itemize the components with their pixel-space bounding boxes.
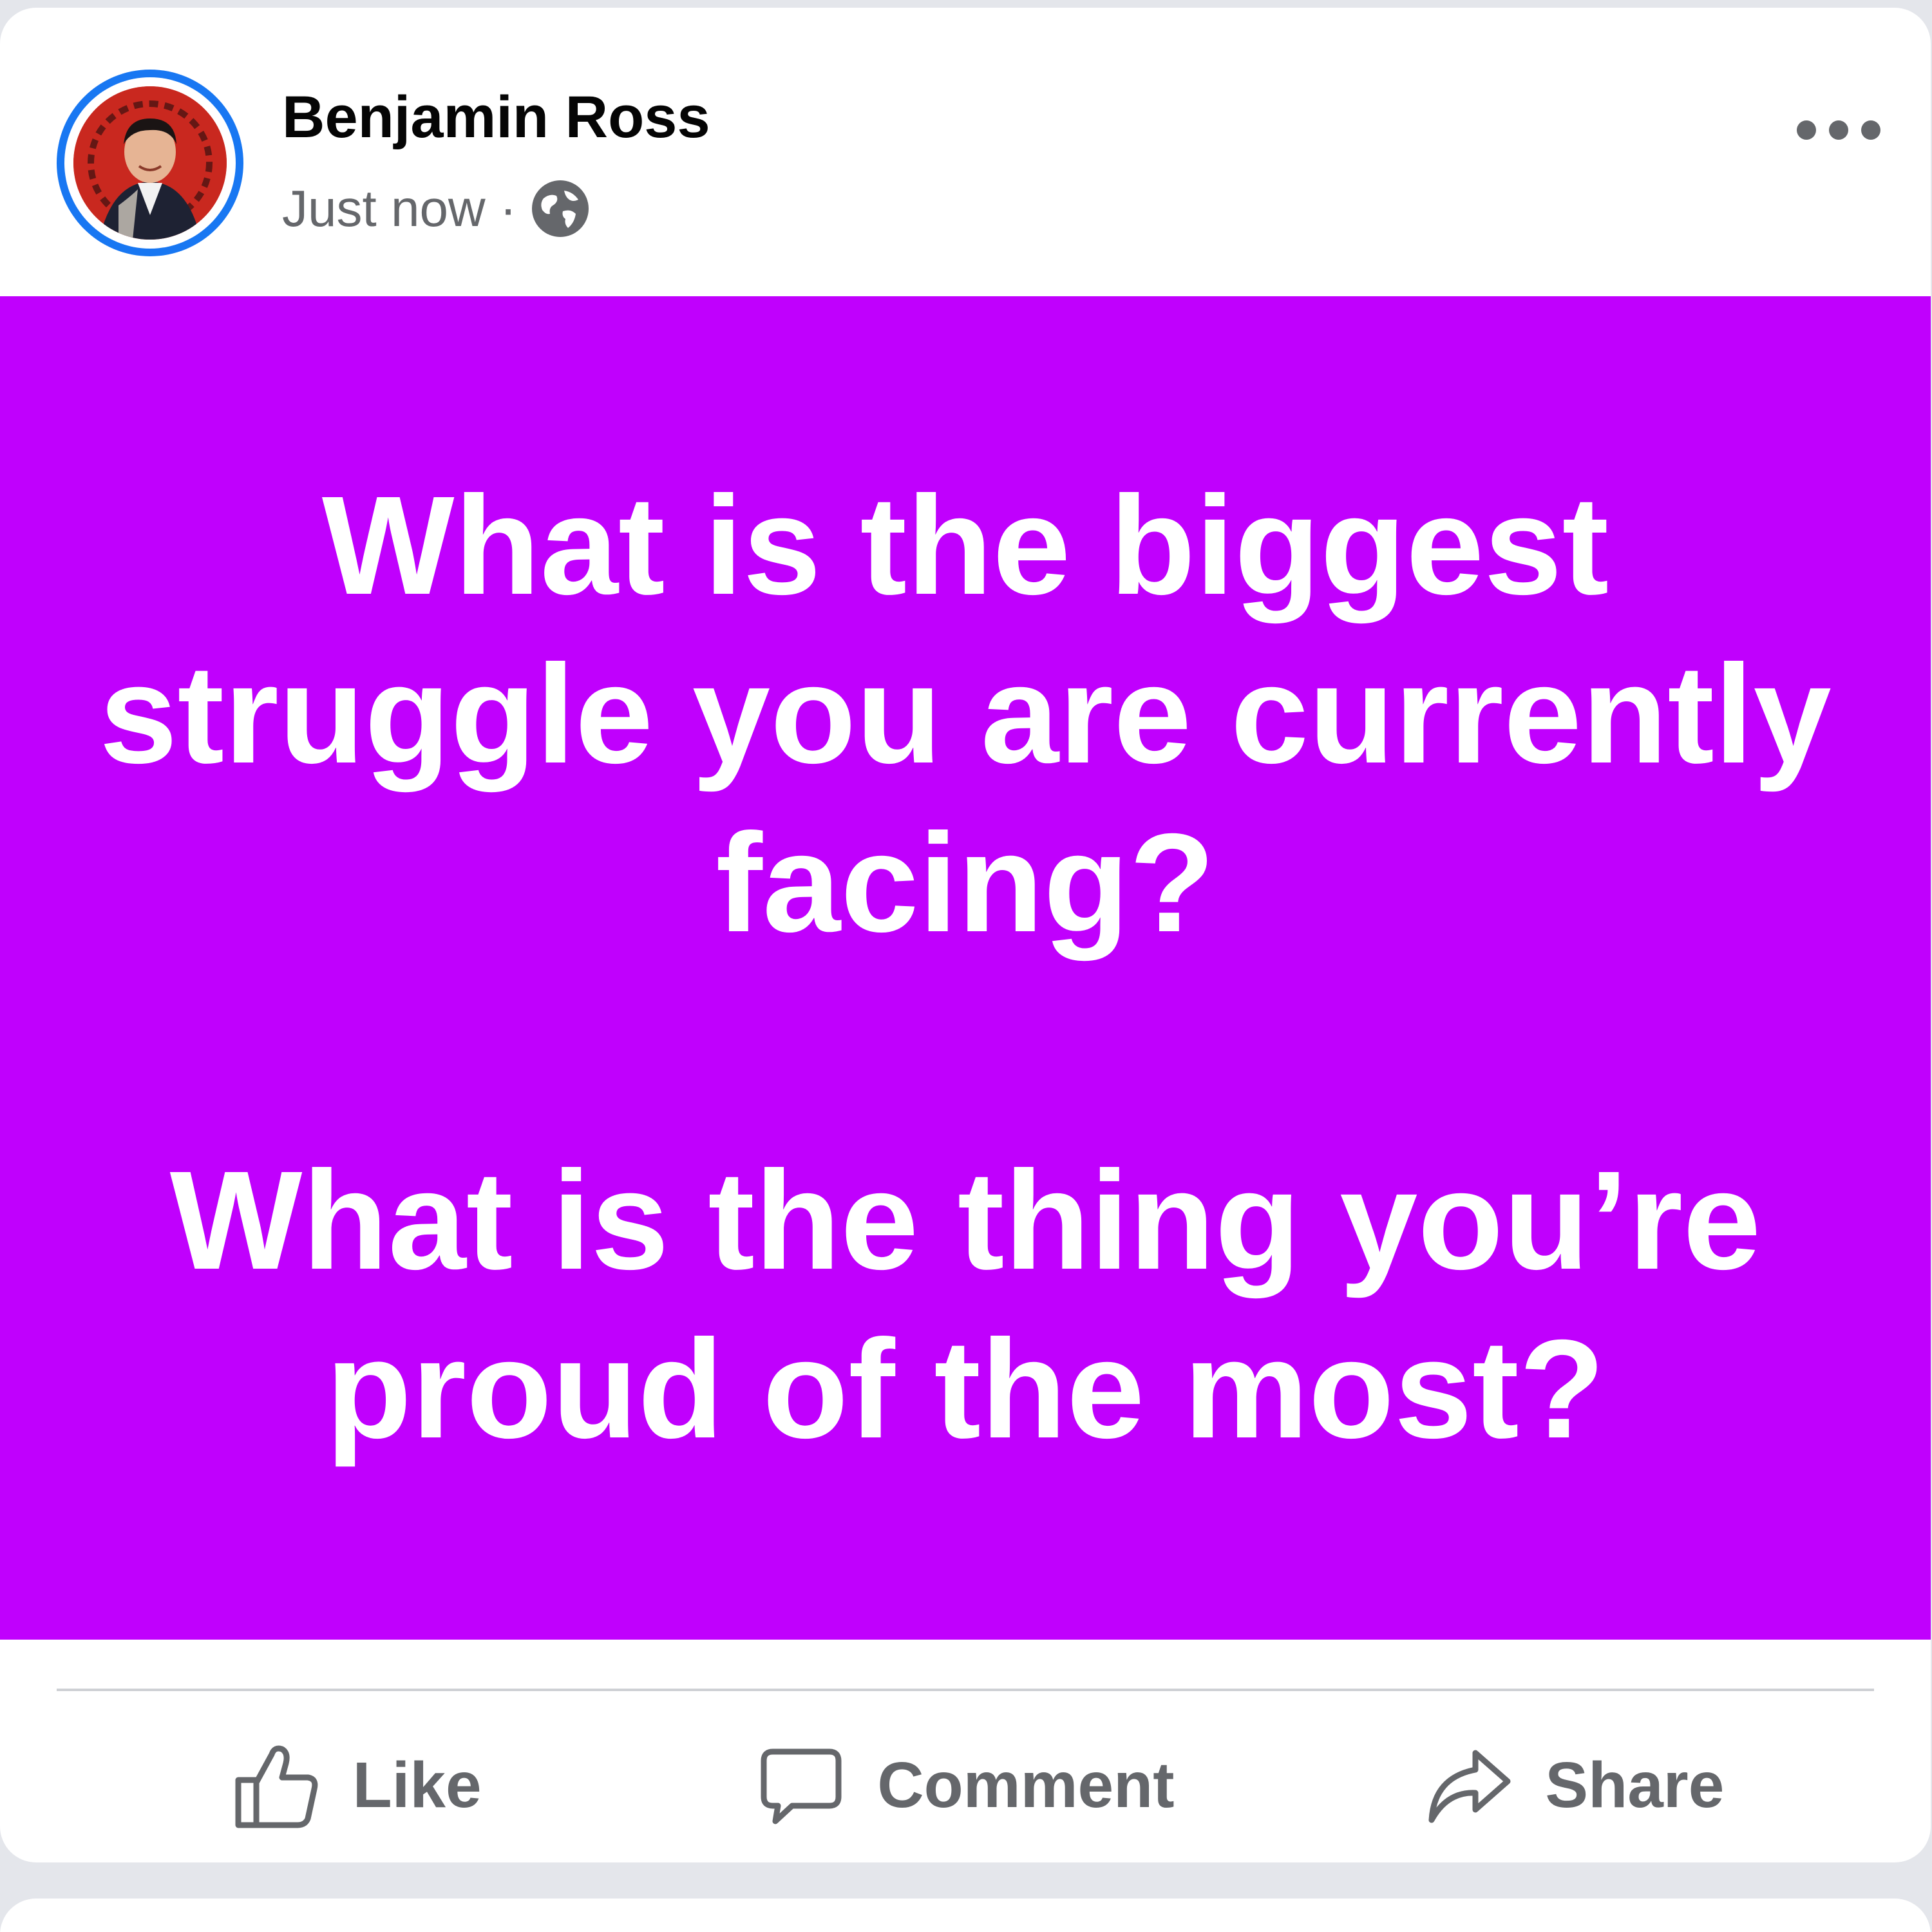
post-text-paragraph: What is the biggest struggle you are cur…: [99, 468, 1832, 961]
more-dot: [1829, 120, 1848, 140]
post-timestamp[interactable]: Just now: [282, 179, 486, 238]
comment-label: Comment: [877, 1748, 1175, 1821]
more-dot: [1797, 120, 1816, 140]
share-label: Share: [1545, 1748, 1725, 1821]
comment-button[interactable]: Comment: [665, 1721, 1265, 1850]
actions-divider: [57, 1689, 1874, 1691]
more-options-icon[interactable]: [1797, 104, 1880, 156]
more-dot: [1861, 120, 1880, 140]
comment-icon: [761, 1748, 842, 1824]
like-label: Like: [352, 1748, 482, 1821]
share-icon: [1428, 1750, 1511, 1823]
avatar-photo: [73, 86, 227, 240]
post-actions: Like Comment Share: [57, 1708, 1874, 1862]
post-text-background: What is the biggest struggle you are cur…: [0, 296, 1931, 1640]
avatar[interactable]: [73, 86, 227, 240]
avatar-story-ring[interactable]: [57, 70, 243, 256]
post-meta: Just now ·: [282, 176, 590, 241]
feed: Benjamin Ross Just now · What is the big…: [0, 0, 1932, 1932]
meta-separator: ·: [499, 180, 517, 237]
globe-icon[interactable]: [531, 179, 590, 238]
like-button[interactable]: Like: [57, 1721, 656, 1850]
post-header: Benjamin Ross Just now ·: [0, 8, 1931, 296]
post-text-paragraph: What is the thing you’re proud of the mo…: [169, 1142, 1761, 1468]
avatar-frame: [64, 77, 236, 249]
author-name[interactable]: Benjamin Ross: [282, 84, 710, 151]
share-button[interactable]: Share: [1274, 1721, 1874, 1850]
next-post-card: [0, 1899, 1931, 1932]
post-card: Benjamin Ross Just now · What is the big…: [0, 8, 1931, 1862]
thumbs-up-icon: [235, 1745, 317, 1828]
